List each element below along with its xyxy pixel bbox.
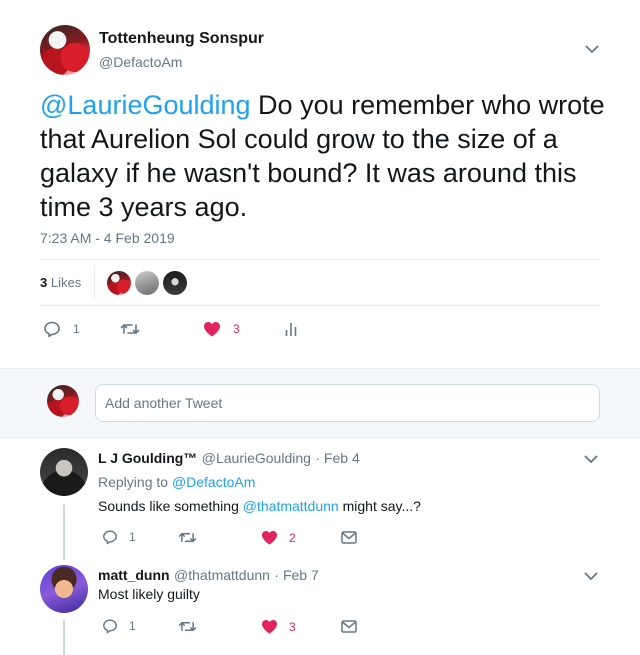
mention-link[interactable]: @LaurieGoulding	[40, 90, 251, 120]
likes-divider	[94, 266, 95, 298]
reply-date[interactable]: · Feb 7	[274, 567, 318, 583]
envelope-icon	[341, 620, 357, 633]
retweet-button[interactable]	[120, 321, 140, 337]
liker-avatar[interactable]	[107, 271, 131, 295]
reply-count: 1	[73, 322, 80, 336]
replying-to: Replying to @DefactoAm	[98, 474, 255, 490]
reply-date[interactable]: · Feb 4	[315, 450, 359, 466]
reply-icon	[44, 321, 60, 338]
tweet-text: @LaurieGoulding Do you remember who wrot…	[40, 88, 610, 224]
reply-button[interactable]: 1	[102, 529, 136, 545]
reply-header: L J Goulding™ @LaurieGoulding · Feb 4	[98, 450, 360, 468]
heart-icon	[204, 322, 220, 337]
reply-text-part: Sounds like something	[98, 498, 243, 514]
direct-message-button[interactable]	[341, 531, 357, 544]
like-count: 2	[289, 530, 296, 545]
compose-input[interactable]	[96, 385, 599, 421]
heart-icon	[262, 619, 277, 634]
retweet-icon	[178, 622, 197, 631]
reply-header: matt_dunn @thatmattdunn · Feb 7	[98, 567, 319, 585]
likes-count: 3	[40, 275, 48, 290]
chevron-down-icon[interactable]	[583, 42, 601, 56]
reply-icon	[103, 530, 117, 545]
reply-author-handle[interactable]: @LaurieGoulding	[202, 450, 311, 466]
analytics-icon	[285, 323, 297, 336]
reply-text: Sounds like something @thatmattdunn migh…	[98, 498, 421, 514]
divider	[0, 368, 640, 369]
reply-text-part: might say...?	[338, 498, 421, 514]
divider	[0, 437, 640, 438]
analytics-button[interactable]	[284, 321, 298, 337]
thread-line	[63, 504, 65, 560]
reply-count: 1	[129, 619, 136, 633]
reply-author-handle[interactable]: @thatmattdunn	[174, 567, 270, 583]
reply-author-name[interactable]: L J Goulding™	[98, 450, 197, 466]
reply-author-name[interactable]: matt_dunn	[98, 567, 170, 583]
likes-summary[interactable]: 3 Likes	[40, 275, 81, 290]
tweet-timestamp[interactable]: 7:23 AM - 4 Feb 2019	[40, 230, 175, 246]
divider	[40, 305, 600, 306]
likes-label: Likes	[50, 275, 82, 290]
direct-message-button[interactable]	[341, 620, 357, 633]
envelope-icon	[341, 531, 357, 544]
like-count: 3	[289, 619, 296, 634]
reply-text: Most likely guilty	[98, 586, 200, 602]
avatar[interactable]	[47, 385, 79, 417]
like-count: 3	[233, 322, 240, 336]
retweet-icon	[178, 533, 197, 542]
retweet-button[interactable]	[178, 619, 197, 634]
heart-icon	[262, 530, 277, 545]
retweet-button[interactable]	[178, 530, 197, 545]
author-handle[interactable]: @DefactoAm	[99, 54, 182, 70]
divider	[40, 259, 600, 260]
thread-line	[63, 620, 65, 655]
reply-button[interactable]: 1	[102, 618, 136, 634]
author-name[interactable]: Tottenheung Sonspur	[99, 30, 264, 48]
avatar[interactable]	[40, 25, 90, 75]
avatar[interactable]	[40, 448, 88, 496]
liker-avatar[interactable]	[163, 271, 187, 295]
like-button[interactable]: 3	[203, 321, 240, 337]
mention-link[interactable]: @thatmattdunn	[243, 498, 339, 514]
liker-avatar[interactable]	[135, 271, 159, 295]
like-button[interactable]: 3	[261, 619, 296, 634]
compose-box[interactable]	[95, 384, 600, 422]
reply-icon	[103, 619, 117, 634]
replying-to-link[interactable]: @DefactoAm	[172, 474, 255, 490]
chevron-down-icon[interactable]	[582, 569, 600, 583]
retweet-icon	[120, 324, 140, 334]
like-button[interactable]: 2	[261, 530, 296, 545]
replying-prefix: Replying to	[98, 474, 172, 490]
reply-count: 1	[129, 530, 136, 544]
reply-button[interactable]: 1	[43, 320, 80, 338]
avatar[interactable]	[40, 565, 88, 613]
chevron-down-icon[interactable]	[582, 452, 600, 466]
